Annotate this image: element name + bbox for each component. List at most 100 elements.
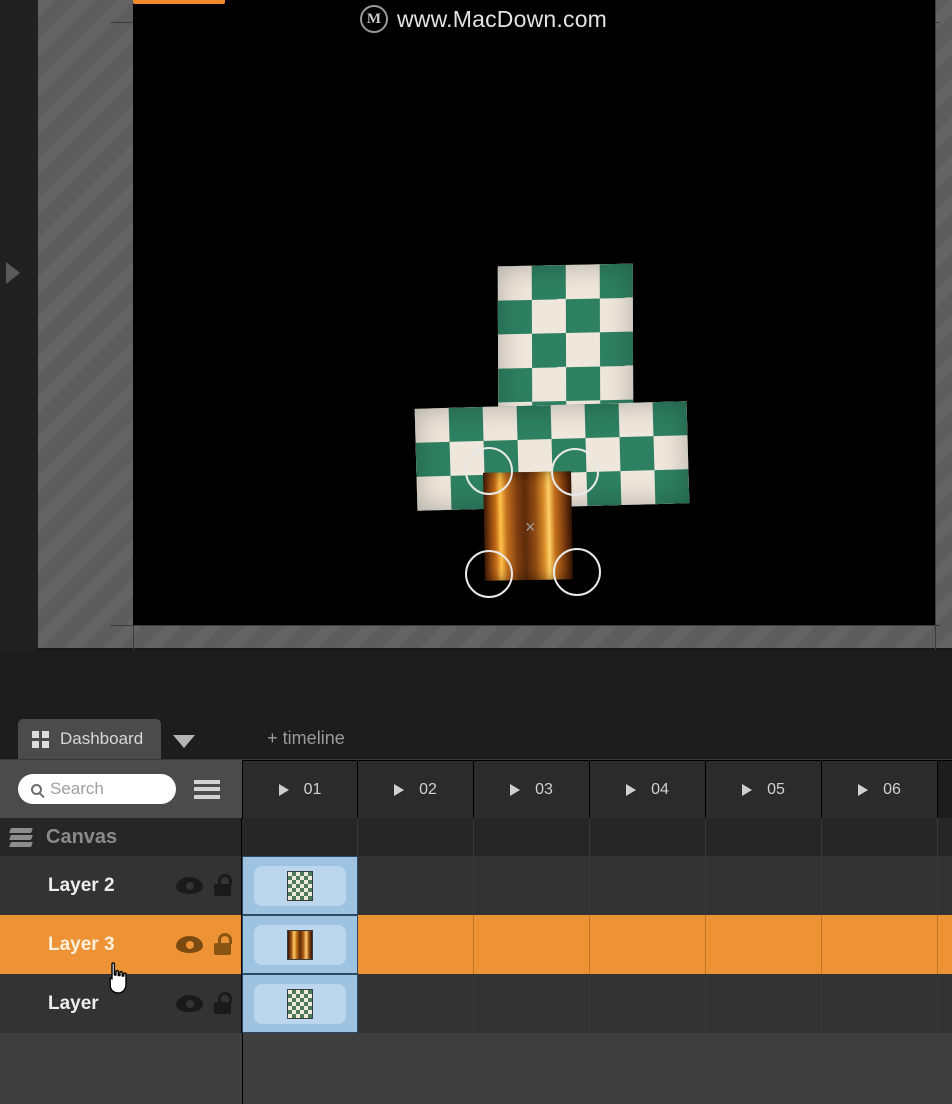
tab-dashboard-label: Dashboard: [60, 729, 144, 748]
keyframe-cell[interactable]: [242, 915, 358, 974]
triangle-right-icon[interactable]: [6, 262, 20, 284]
watermark-text: www.MacDown.com: [397, 5, 608, 32]
search-placeholder: Search: [50, 779, 104, 798]
layers-empty-area: [0, 1033, 952, 1104]
group-cell[interactable]: [242, 818, 358, 856]
checkerboard-thumb-icon: [287, 988, 313, 1019]
timeline-panel: Dashboard + timeline Search 01 02 03 04: [0, 650, 952, 1104]
timeline-column-label: 04: [651, 780, 669, 798]
group-cell[interactable]: [358, 818, 474, 856]
eye-icon[interactable]: [176, 936, 203, 953]
circle-handle-icon[interactable]: [551, 448, 599, 496]
tab-dashboard[interactable]: Dashboard: [18, 719, 162, 759]
timeline-column-label: 05: [767, 780, 785, 798]
grid-2x2-icon: [32, 730, 49, 748]
timeline-column-02[interactable]: 02: [358, 761, 474, 819]
search-icon: [31, 783, 42, 795]
canvas-frame[interactable]: ×: [133, 0, 935, 625]
panel-divider: [242, 1033, 243, 1104]
checkerboard-plane-upper[interactable]: [497, 263, 634, 427]
layer-name: Layer 2: [48, 874, 115, 896]
triangle-down-icon[interactable]: [173, 735, 196, 748]
wood-thumb-icon: [287, 929, 313, 960]
timeline-column-label: 03: [535, 780, 553, 798]
track-cell[interactable]: [590, 856, 706, 915]
unlock-icon[interactable]: [214, 933, 234, 955]
group-cell[interactable]: [474, 818, 590, 856]
play-icon[interactable]: [742, 783, 753, 796]
timeline-column-01[interactable]: 01: [242, 761, 358, 819]
play-icon[interactable]: [278, 783, 289, 796]
tab-strip: Dashboard + timeline: [0, 712, 952, 760]
group-row-canvas[interactable]: Canvas: [0, 818, 952, 856]
group-cell[interactable]: [590, 818, 706, 856]
layer-track-cells: [242, 974, 952, 1033]
unlock-icon[interactable]: [214, 992, 234, 1014]
layer-row-selected[interactable]: Layer 3: [0, 915, 952, 974]
play-icon[interactable]: [394, 783, 405, 796]
timeline-column-04[interactable]: 04: [590, 761, 706, 819]
unlock-icon[interactable]: [214, 874, 234, 896]
track-cell[interactable]: [590, 974, 706, 1033]
track-cell[interactable]: [474, 915, 590, 974]
play-icon[interactable]: [858, 783, 869, 796]
hamburger-menu-icon[interactable]: [194, 779, 220, 799]
track-cell[interactable]: [358, 915, 474, 974]
track-cell[interactable]: [706, 974, 822, 1033]
keyframe-cell[interactable]: [242, 974, 358, 1033]
play-icon[interactable]: [510, 783, 521, 796]
layer-name: Layer: [48, 992, 99, 1014]
track-cell[interactable]: [590, 915, 706, 974]
play-icon[interactable]: [626, 783, 637, 796]
eye-icon[interactable]: [176, 995, 203, 1012]
circle-handle-icon[interactable]: [465, 550, 513, 598]
timeline-column-03[interactable]: 03: [474, 761, 590, 819]
group-track-cells: [242, 818, 952, 856]
circle-handle-icon[interactable]: [465, 447, 513, 495]
guide-horizontal-bottom: [110, 625, 940, 626]
timeline-column-06[interactable]: 06: [822, 761, 938, 819]
track-cell[interactable]: [822, 974, 938, 1033]
track-cell[interactable]: [474, 974, 590, 1033]
group-cell[interactable]: [822, 818, 938, 856]
track-cell[interactable]: [358, 974, 474, 1033]
circle-handle-icon[interactable]: [553, 548, 601, 596]
group-label-zone: Canvas: [0, 818, 242, 856]
layer-row[interactable]: Layer: [0, 974, 952, 1033]
track-cell[interactable]: [358, 856, 474, 915]
timeline-column-label: 01: [303, 780, 322, 798]
checkerboard-thumb-icon: [287, 870, 313, 901]
layer-label-zone[interactable]: Layer 3: [0, 915, 242, 974]
track-cell[interactable]: [706, 856, 822, 915]
macdown-circle-logo-icon: M: [360, 5, 388, 33]
viewport: × M www.MacDown.com: [0, 0, 952, 650]
layer-label-zone[interactable]: Layer: [0, 974, 242, 1033]
left-gutter: [0, 0, 38, 650]
layers-stack-icon: [8, 826, 34, 848]
layer-track-cells: [242, 915, 952, 974]
layer-track-cells: [242, 856, 952, 915]
layers-toolbar: Search: [0, 760, 242, 818]
keyframe-cell[interactable]: [242, 856, 358, 915]
group-cell[interactable]: [706, 818, 822, 856]
eye-icon[interactable]: [176, 877, 203, 894]
track-cell[interactable]: [822, 915, 938, 974]
timeline-column-05[interactable]: 05: [706, 761, 822, 819]
track-cell[interactable]: [822, 856, 938, 915]
watermark: M www.MacDown.com: [360, 5, 607, 33]
layer-label-zone[interactable]: Layer 2: [0, 856, 242, 915]
track-cell[interactable]: [706, 915, 822, 974]
timeline-header: 01 02 03 04 05 06: [242, 760, 952, 819]
layer-name: Layer 3: [48, 933, 115, 955]
add-timeline-button[interactable]: + timeline: [267, 728, 345, 749]
scene-object-group: ×: [133, 0, 935, 625]
layer-row[interactable]: Layer 2: [0, 856, 952, 915]
timeline-column-label: 06: [883, 780, 901, 798]
group-label: Canvas: [46, 825, 118, 848]
timeline-column-label: 02: [419, 780, 437, 798]
active-tab-sliver[interactable]: [133, 0, 225, 4]
center-marker: ×: [525, 517, 536, 537]
guide-vertical-right: [935, 0, 936, 650]
track-cell[interactable]: [474, 856, 590, 915]
search-input[interactable]: Search: [18, 774, 176, 804]
